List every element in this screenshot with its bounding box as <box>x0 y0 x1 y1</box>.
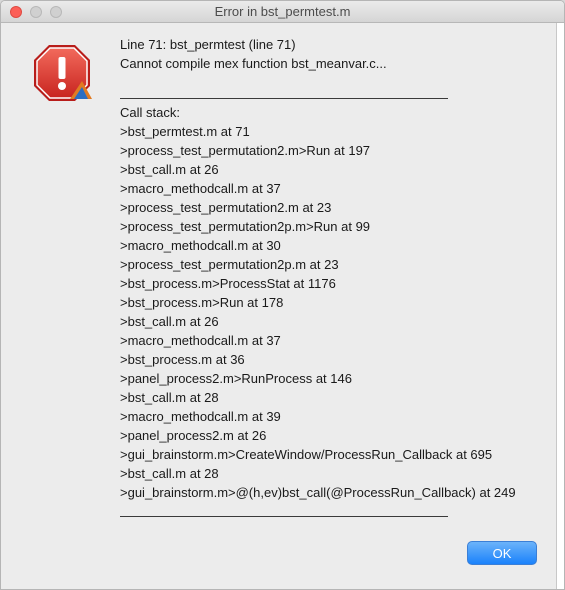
stack-frame: >process_test_permutation2p.m>Run at 99 <box>120 219 371 234</box>
stack-frame: >macro_methodcall.m at 37 <box>120 181 281 196</box>
stack-frame: >process_test_permutation2.m at 23 <box>120 200 332 215</box>
stack-frame: >bst_process.m>Run at 178 <box>120 295 284 310</box>
stack-frame: >gui_brainstorm.m>@(h,ev)bst_call(@Proce… <box>120 485 516 500</box>
error-location-text: Line 71: bst_permtest (line 71) <box>120 37 296 52</box>
stack-frame: >panel_process2.m>RunProcess at 146 <box>120 371 352 386</box>
window-title: Error in bst_permtest.m <box>214 4 351 19</box>
ok-button[interactable]: OK <box>467 541 537 565</box>
stack-frame: >bst_call.m at 26 <box>120 162 219 177</box>
stack-frame: >macro_methodcall.m at 39 <box>120 409 281 424</box>
stack-frame: >bst_call.m at 26 <box>120 314 219 329</box>
separator-line <box>120 84 550 103</box>
stack-frame: >bst_call.m at 28 <box>120 390 219 405</box>
stack-frame: >process_test_permutation2.m>Run at 197 <box>120 143 371 158</box>
stack-frame: >macro_methodcall.m at 30 <box>120 238 281 253</box>
stack-frame: >macro_methodcall.m at 37 <box>120 333 281 348</box>
error-stop-sign-icon <box>30 41 94 105</box>
stack-frame: >bst_call.m at 28 <box>120 466 219 481</box>
separator-line <box>120 502 550 521</box>
error-dialog-window: Error in bst_permtest.m Line 71: bst_per… <box>0 0 565 590</box>
stack-frame: >process_test_permutation2p.m at 23 <box>120 257 339 272</box>
stack-frame: >panel_process2.m at 26 <box>120 428 267 443</box>
call-stack-label: Call stack: <box>120 105 180 120</box>
stack-frame: >bst_process.m at 36 <box>120 352 245 367</box>
error-description-text: Cannot compile mex function bst_meanvar.… <box>120 56 387 71</box>
stack-frame: >gui_brainstorm.m>CreateWindow/ProcessRu… <box>120 447 493 462</box>
stack-frame: >bst_process.m>ProcessStat at 1176 <box>120 276 336 291</box>
background-window-edge <box>556 23 564 589</box>
error-message-content: Line 71: bst_permtest (line 71) Cannot c… <box>120 35 550 521</box>
stack-frame: >bst_permtest.m at 71 <box>120 124 250 139</box>
title-bar: Error in bst_permtest.m <box>1 1 564 23</box>
